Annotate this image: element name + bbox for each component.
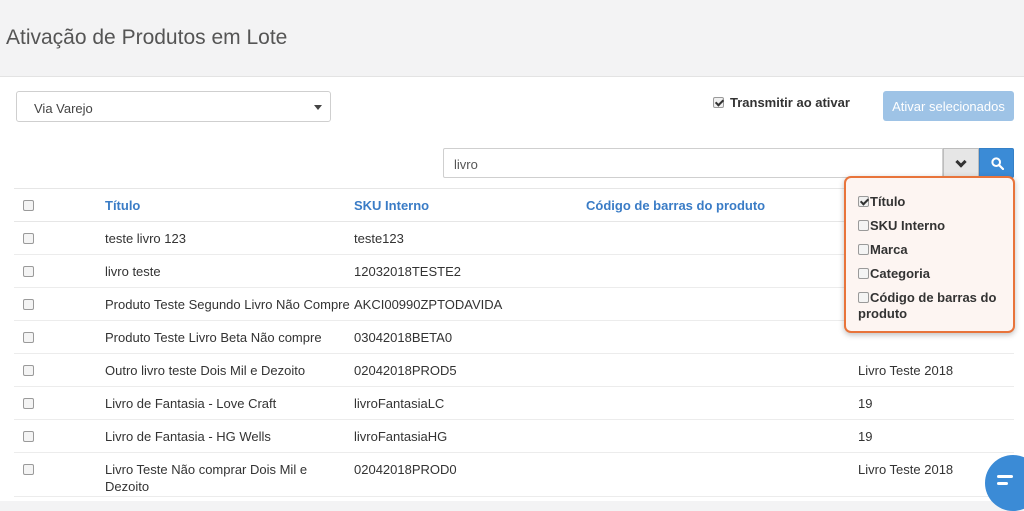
filter-label-title: Título bbox=[870, 194, 906, 209]
row-checkbox-cell bbox=[14, 452, 105, 497]
filter-checkbox-barcode[interactable] bbox=[858, 292, 869, 303]
chat-icon bbox=[997, 475, 1013, 478]
row-title: Outro livro teste Dois Mil e Dezoito bbox=[105, 353, 354, 387]
row-sku: 02042018PROD0 bbox=[354, 452, 586, 497]
filter-option-category[interactable]: Categoria bbox=[858, 266, 1013, 282]
row-barcode bbox=[586, 386, 858, 420]
row-barcode bbox=[586, 254, 858, 288]
row-title: Livro de Fantasia - Love Craft bbox=[105, 386, 354, 420]
search-fields-dropdown: Título SKU Interno Marca Categoria Códig… bbox=[844, 176, 1015, 333]
filter-label-brand: Marca bbox=[870, 242, 908, 257]
filter-option-barcode[interactable]: Código de barras do produto bbox=[858, 290, 1013, 322]
row-sku: teste123 bbox=[354, 221, 586, 255]
transmit-checkbox[interactable] bbox=[713, 97, 724, 108]
row-sku: livroFantasiaLC bbox=[354, 386, 586, 420]
row-extra: Livro Teste 2018 bbox=[858, 353, 1014, 387]
row-barcode bbox=[586, 419, 858, 453]
row-checkbox-cell bbox=[14, 320, 105, 354]
header-sku[interactable]: SKU Interno bbox=[354, 188, 586, 222]
row-title: Produto Teste Livro Beta Não compre bbox=[105, 320, 354, 354]
row-sku: 03042018BETA0 bbox=[354, 320, 586, 354]
activate-selected-button[interactable]: Ativar selecionados bbox=[883, 91, 1014, 121]
filter-label-sku: SKU Interno bbox=[870, 218, 946, 233]
filter-checkbox-title[interactable] bbox=[858, 196, 869, 207]
row-sku: 12032018TESTE2 bbox=[354, 254, 586, 288]
select-all-checkbox[interactable] bbox=[23, 199, 34, 211]
row-checkbox[interactable] bbox=[23, 364, 34, 376]
row-title: livro teste bbox=[105, 254, 354, 288]
header-barcode[interactable]: Código de barras do produto bbox=[586, 188, 858, 222]
row-checkbox[interactable] bbox=[23, 430, 34, 442]
row-checkbox-cell bbox=[14, 353, 105, 387]
filter-label-category: Categoria bbox=[870, 266, 930, 281]
search-button[interactable] bbox=[979, 148, 1014, 178]
search-input-value: livro bbox=[454, 157, 478, 172]
filter-label-barcode: Código de barras do produto bbox=[858, 290, 997, 321]
row-barcode bbox=[586, 221, 858, 255]
row-checkbox[interactable] bbox=[23, 464, 34, 475]
row-checkbox-cell bbox=[14, 419, 105, 453]
row-checkbox[interactable] bbox=[23, 331, 34, 343]
row-checkbox-cell bbox=[14, 386, 105, 420]
row-checkbox-cell bbox=[14, 254, 105, 288]
filter-option-brand[interactable]: Marca bbox=[858, 242, 1013, 258]
filter-checkbox-brand[interactable] bbox=[858, 244, 869, 255]
row-barcode bbox=[586, 287, 858, 321]
row-sku: 02042018PROD5 bbox=[354, 353, 586, 387]
transmit-label: Transmitir ao ativar bbox=[730, 95, 850, 110]
row-checkbox[interactable] bbox=[23, 265, 34, 277]
row-checkbox[interactable] bbox=[23, 298, 34, 310]
table-row: Livro de Fantasia - HG Wells livroFantas… bbox=[14, 419, 1014, 453]
search-icon bbox=[991, 157, 1004, 170]
chevron-down-icon bbox=[955, 156, 967, 168]
row-checkbox-cell bbox=[14, 221, 105, 255]
filter-option-sku[interactable]: SKU Interno bbox=[858, 218, 1013, 234]
row-extra: 19 bbox=[858, 419, 1014, 453]
row-title: Produto Teste Segundo Livro Não Compre bbox=[105, 287, 354, 321]
table-row: Outro livro teste Dois Mil e Dezoito 020… bbox=[14, 353, 1014, 387]
select-all-cell bbox=[14, 188, 105, 222]
header-title[interactable]: Título bbox=[105, 188, 354, 222]
row-checkbox[interactable] bbox=[23, 232, 34, 244]
search-field-dropdown-button[interactable] bbox=[943, 148, 979, 178]
filter-checkbox-sku[interactable] bbox=[858, 220, 869, 231]
marketplace-select[interactable]: Via Varejo bbox=[16, 91, 331, 122]
row-barcode bbox=[586, 320, 858, 354]
chat-icon-line bbox=[997, 482, 1008, 485]
row-sku: livroFantasiaHG bbox=[354, 419, 586, 453]
row-sku: AKCI00990ZPTODAVIDA bbox=[354, 287, 586, 321]
filter-checkbox-category[interactable] bbox=[858, 268, 869, 279]
transmit-option[interactable]: Transmitir ao ativar bbox=[713, 95, 850, 110]
page-title: Ativação de Produtos em Lote bbox=[6, 26, 288, 50]
filter-option-title[interactable]: Título bbox=[858, 194, 1013, 210]
row-checkbox[interactable] bbox=[23, 397, 34, 409]
table-row: Livro Teste Não comprar Dois Mil e Dezoi… bbox=[14, 452, 1014, 497]
marketplace-select-value: Via Varejo bbox=[34, 101, 93, 116]
table-row: Livro de Fantasia - Love Craft livroFant… bbox=[14, 386, 1014, 420]
row-title: teste livro 123 bbox=[105, 221, 354, 255]
search-input[interactable]: livro bbox=[443, 148, 943, 178]
caret-down-icon bbox=[314, 105, 322, 110]
row-title: Livro Teste Não comprar Dois Mil e Dezoi… bbox=[105, 452, 354, 497]
row-barcode bbox=[586, 452, 858, 497]
row-checkbox-cell bbox=[14, 287, 105, 321]
row-barcode bbox=[586, 353, 858, 387]
row-title: Livro de Fantasia - HG Wells bbox=[105, 419, 354, 453]
row-extra: 19 bbox=[858, 386, 1014, 420]
